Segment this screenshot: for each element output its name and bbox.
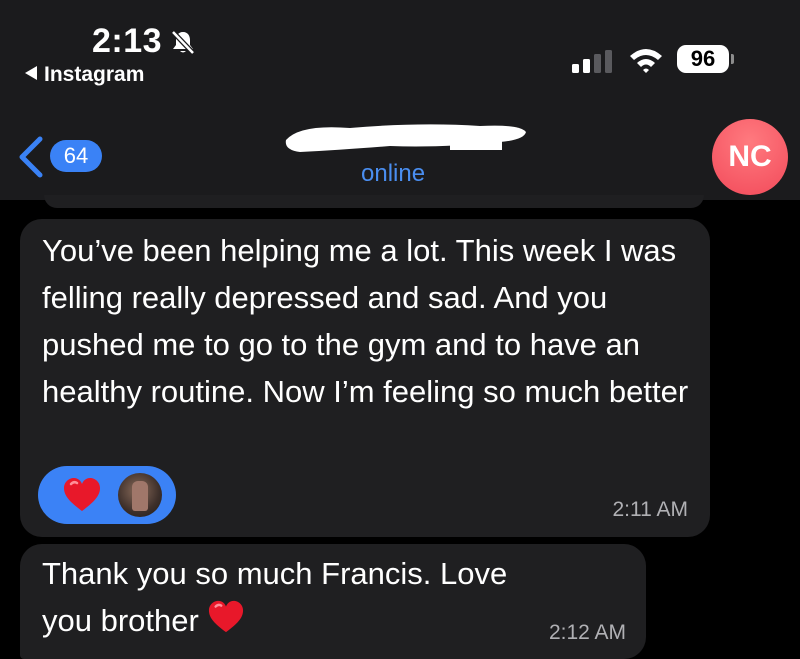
heart-emoji-icon (207, 599, 245, 648)
redacted-contact-name (280, 118, 530, 158)
previous-message-bubble (44, 195, 704, 208)
message-bubble[interactable]: Thank you so much Francis. Love you brot… (20, 544, 646, 659)
bell-muted-icon (170, 29, 196, 60)
contact-avatar[interactable]: NC (712, 119, 788, 195)
chat-header: 2:13 Instagram 96 64 online NC (0, 0, 800, 200)
message-timestamp: 2:11 AM (612, 498, 689, 521)
back-triangle-icon (24, 63, 38, 87)
unread-count-badge[interactable]: 64 (50, 140, 102, 172)
back-to-app-link[interactable]: Instagram (24, 63, 144, 87)
reactor-photo-figure (132, 481, 148, 511)
back-chevron-icon[interactable] (14, 135, 46, 184)
reactor-avatar (118, 473, 162, 517)
message-bubble[interactable]: You’ve been helping me a lot. This week … (20, 219, 710, 537)
message-text-container: Thank you so much Francis. Love you brot… (42, 550, 562, 648)
battery-indicator: 96 (677, 45, 729, 73)
presence-status: online (361, 160, 426, 187)
battery-tip (731, 54, 734, 64)
reaction-pill[interactable] (38, 466, 176, 524)
heart-icon (62, 476, 102, 519)
back-app-label: Instagram (44, 63, 145, 86)
message-timestamp: 2:12 AM (548, 621, 626, 644)
message-text: Thank you so much Francis. Love you brot… (42, 556, 508, 638)
cellular-signal-icon (572, 50, 616, 79)
wifi-icon (628, 46, 664, 79)
message-text: You’ve been helping me a lot. This week … (42, 233, 689, 409)
status-time: 2:13 (92, 22, 163, 60)
